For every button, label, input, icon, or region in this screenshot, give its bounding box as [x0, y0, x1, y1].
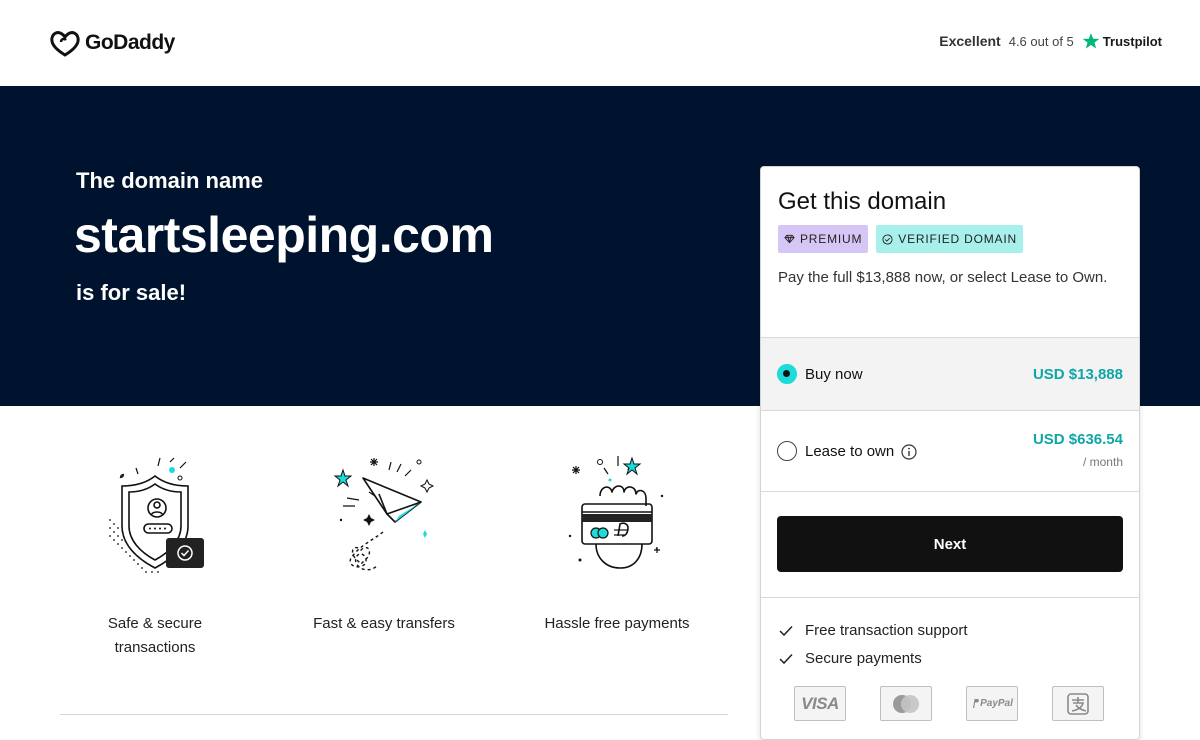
feature-hassle-free: Hassle free payments: [522, 440, 712, 636]
check-circle-icon: [882, 233, 893, 245]
trust-rating-score: 4.6 out of 5: [1008, 33, 1074, 49]
feature-label-line: Hassle free payments: [544, 615, 690, 632]
lease-label-group: Lease to own: [805, 443, 917, 460]
paper-plane-icon: [333, 458, 435, 571]
visa-text: VISA: [801, 693, 839, 713]
top-header: GoDaddy Excellent 4.6 out of 5 Trustpilo…: [0, 0, 1200, 86]
feature-label: Safe & secure transactions: [60, 612, 250, 660]
perk-item: Free transaction support: [779, 622, 968, 639]
card-description: Pay the full $13,888 now, or select Leas…: [778, 269, 1108, 286]
premium-badge: PREMIUM: [778, 225, 869, 253]
section-divider: [60, 714, 728, 715]
lease-price: USD $636.54: [1032, 431, 1123, 448]
features-section: Safe & secure transactions Fast & easy t…: [60, 440, 728, 670]
mastercard-logo: [880, 686, 932, 721]
godaddy-logo[interactable]: GoDaddy: [49, 29, 175, 57]
for-sale-text: is for sale!: [76, 280, 187, 305]
perk-label: Secure payments: [805, 650, 922, 667]
checkmark-icon: [779, 653, 793, 664]
option-buy-now[interactable]: Buy now USD $13,888: [761, 337, 1139, 410]
trust-rating-word: Excellent: [939, 33, 1001, 49]
lease-radio[interactable]: [777, 441, 797, 461]
trustpilot-label: Trustpilot: [1102, 33, 1162, 49]
feature-label-line: transactions: [114, 639, 196, 656]
buy-now-price: USD $13,888: [1032, 366, 1123, 383]
hero-intro: The domain name: [76, 168, 264, 193]
mastercard-icon: [893, 694, 919, 713]
alipay-icon: [1067, 692, 1089, 715]
trustpilot-star-icon: [1082, 33, 1100, 49]
perks-section: Free transaction support Secure payments…: [761, 597, 1139, 739]
alipay-logo: [1052, 686, 1104, 721]
lease-label: Lease to own: [805, 443, 895, 460]
diamond-icon: [784, 234, 795, 244]
godaddy-logo-icon: [50, 31, 80, 57]
card-title: Get this domain: [778, 188, 947, 215]
next-section: Next: [761, 491, 1139, 597]
premium-badge-label: PREMIUM: [800, 232, 863, 246]
buy-now-radio[interactable]: [777, 364, 797, 384]
checkmark-icon: [779, 625, 793, 636]
logo-text: GoDaddy: [85, 31, 175, 54]
perk-label: Free transaction support: [805, 622, 968, 639]
feature-label: Fast & easy transfers: [289, 612, 479, 636]
perk-item: Secure payments: [779, 650, 922, 667]
paypal-text: PayPal: [980, 698, 1013, 709]
paypal-logo: PayPal: [966, 686, 1018, 721]
shield-check-icon: [109, 457, 204, 573]
verified-badge: VERIFIED DOMAIN: [876, 225, 1023, 253]
payment-methods: VISA PayPal: [794, 686, 1104, 721]
domain-badges: PREMIUM VERIFIED DOMAIN: [778, 225, 1023, 253]
info-icon[interactable]: [901, 443, 917, 460]
feature-label: Hassle free payments: [522, 612, 712, 636]
paypal-icon: [973, 699, 979, 708]
verified-badge-label: VERIFIED DOMAIN: [898, 232, 1017, 246]
feature-safe-secure: Safe & secure transactions: [60, 440, 250, 660]
credit-card-hand-icon: [568, 456, 664, 569]
feature-label-line: Safe & secure: [107, 615, 203, 632]
purchase-card: Get this domain PREMIUM VERIFIED DOMAIN …: [760, 166, 1140, 740]
trustpilot-brand: Trustpilot: [1082, 32, 1162, 50]
option-lease-to-own[interactable]: Lease to own USD $636.54 / month: [761, 410, 1139, 491]
visa-logo: VISA: [794, 686, 846, 721]
trustpilot-rating[interactable]: Excellent 4.6 out of 5 Trustpilot: [939, 32, 1162, 50]
next-button[interactable]: Next: [777, 516, 1123, 572]
lease-period: / month: [1082, 455, 1123, 469]
feature-fast-transfers: Fast & easy transfers: [289, 440, 479, 636]
domain-name-heading: startsleeping.com: [74, 207, 494, 263]
buy-now-label: Buy now: [805, 366, 863, 383]
feature-label-line: Fast & easy transfers: [313, 615, 455, 632]
